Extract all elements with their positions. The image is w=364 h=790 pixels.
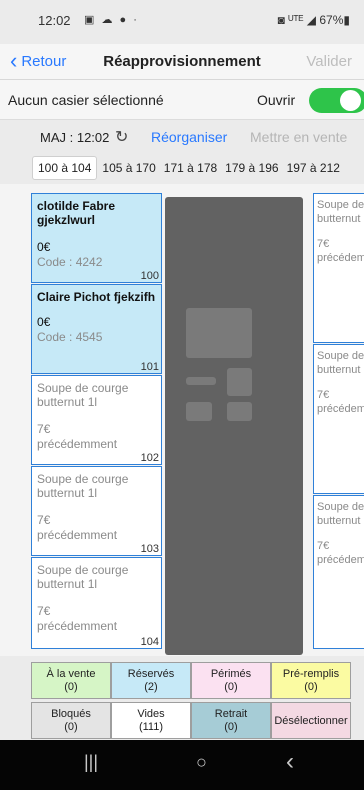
tab-100-104[interactable]: 100 à 104 [32,156,98,180]
locker-cell-104[interactable]: Soupe de courge butternut 1l 7€ précédem… [31,557,162,649]
locker-price: 7€ [317,238,330,250]
terminal-screen [186,308,252,358]
system-navigation-bar: ||| ○ ‹ [0,740,364,790]
locker-cell-right-1[interactable]: Soupe de courge butternut 1l 7€ précédem… [313,193,364,343]
locker-previous-label: précédemment [317,252,364,264]
locker-code: Code : 4545 [37,330,103,344]
locker-previous-label: précédemment [317,554,364,566]
locker-title: clotilde Fabre gjekzlwurl [37,199,116,227]
locker-number: 101 [140,361,159,373]
status-time: 12:02 [38,13,71,28]
locker-title: Soupe de courge butternut 1l [37,563,129,591]
terminal-slot [186,377,216,385]
selection-status: Aucun casier sélectionné [8,92,164,108]
legend-count: (0) [224,721,238,733]
deselect-label: Désélectionner [274,715,348,727]
locker-previous-label: précédemment [37,528,118,542]
legend-expired[interactable]: Périmés (0) [191,662,271,699]
locker-price: 7€ [317,540,330,552]
legend-for-sale[interactable]: À la vente (0) [31,662,111,699]
locker-title: Soupe de courge butternut 1l [37,381,129,409]
legend-prefilled[interactable]: Pré-remplis (0) [271,662,351,699]
locker-number: 100 [140,270,159,282]
action-toolbar: MAJ : 12:02 ↻ Réorganiser Mettre en vent… [0,120,364,154]
terminal-keypad [227,368,252,396]
system-status-icons: ◙ ᵁᵀᴱ ◢ 67%▮ [277,13,350,27]
locker-title: Soupe de courge butternut 1l [317,501,364,527]
legend-empty[interactable]: Vides (111) [111,702,191,739]
tab-171-178[interactable]: 171 à 178 [161,156,220,180]
terminal-column [165,197,303,655]
locker-range-tabs: 100 à 104 105 à 170 171 à 178 179 à 196 … [32,156,345,180]
locker-number: 104 [140,636,159,648]
update-time: MAJ : 12:02 [40,130,110,145]
locker-code: Code : 4242 [37,255,103,269]
terminal-button [186,402,212,421]
validate-button[interactable]: Valider [306,53,352,70]
locker-title: Soupe de courge butternut 1l [317,199,364,225]
locker-previous-label: précédemment [317,403,364,415]
notification-icons: ▣ ☁ ● · [84,14,139,26]
toggle-knob [340,90,361,111]
locker-cell-101[interactable]: Claire Pichot fjekzifh 0€ Code : 4545 10… [31,284,162,374]
recents-icon[interactable]: ||| [84,752,98,773]
locker-cell-102[interactable]: Soupe de courge butternut 1l 7€ précédem… [31,375,162,465]
legend-pickup[interactable]: Retrait (0) [191,702,271,739]
legend-label: Vides [137,708,165,720]
locker-price: 7€ [37,422,51,436]
terminal-reader [227,402,252,421]
legend-count: (2) [144,681,158,693]
locker-price: 7€ [317,389,330,401]
locker-previous-label: précédemment [37,619,118,633]
legend-label: Bloqués [51,708,91,720]
locker-number: 102 [140,452,159,464]
locker-selection-bar: Aucun casier sélectionné Ouvrir [0,80,364,120]
legend-count: (0) [64,681,78,693]
locker-price: 0€ [37,240,51,254]
legend-count: (0) [64,721,78,733]
locker-title: Soupe de courge butternut 1l [37,472,129,500]
open-label: Ouvrir [257,92,296,108]
locker-price: 7€ [37,513,51,527]
legend-count: (111) [138,721,164,733]
locker-cell-100[interactable]: clotilde Fabre gjekzlwurl 0€ Code : 4242… [31,193,162,283]
locker-cell-right-3[interactable]: Soupe de courge butternut 1l 7€ précédem… [313,495,364,649]
tab-197-212[interactable]: 197 à 212 [284,156,343,180]
tab-105-170[interactable]: 105 à 170 [99,156,158,180]
locker-price: 0€ [37,315,51,329]
legend-reserved[interactable]: Réservés (2) [111,662,191,699]
locker-title: Claire Pichot fjekzifh [37,290,156,304]
locker-title: Soupe de courge butternut 1l [317,350,364,376]
locker-previous-label: précédemment [37,437,118,451]
legend-label: Retrait [214,708,248,720]
reorganize-button[interactable]: Réorganiser [151,129,227,145]
legend-label: Périmés [210,668,252,680]
legend-label: À la vente [46,668,96,680]
home-icon[interactable]: ○ [196,752,207,773]
navigation-bar: ‹ Retour Réapprovisionnement Valider [0,44,364,80]
status-bar: 12:02 ▣ ☁ ● · ◙ ᵁᵀᴱ ◢ 67%▮ [0,0,364,44]
open-toggle[interactable] [309,88,364,113]
locker-number: 103 [140,543,159,555]
locker-cell-right-2[interactable]: Soupe de courge butternut 1l 7€ précédem… [313,344,364,494]
locker-price: 7€ [37,604,51,618]
put-on-sale-button[interactable]: Mettre en vente [250,129,347,145]
back-nav-icon[interactable]: ‹ [286,748,294,776]
locker-cell-103[interactable]: Soupe de courge butternut 1l 7€ précédem… [31,466,162,556]
legend-count: (0) [224,681,238,693]
deselect-button[interactable]: Désélectionner [271,702,351,739]
legend-count: (0) [304,681,318,693]
refresh-icon[interactable]: ↻ [115,127,128,147]
legend-label: Pré-remplis [282,668,340,680]
legend-blocked[interactable]: Bloqués (0) [31,702,111,739]
legend-label: Réservés [127,668,175,680]
tab-179-196[interactable]: 179 à 196 [222,156,281,180]
